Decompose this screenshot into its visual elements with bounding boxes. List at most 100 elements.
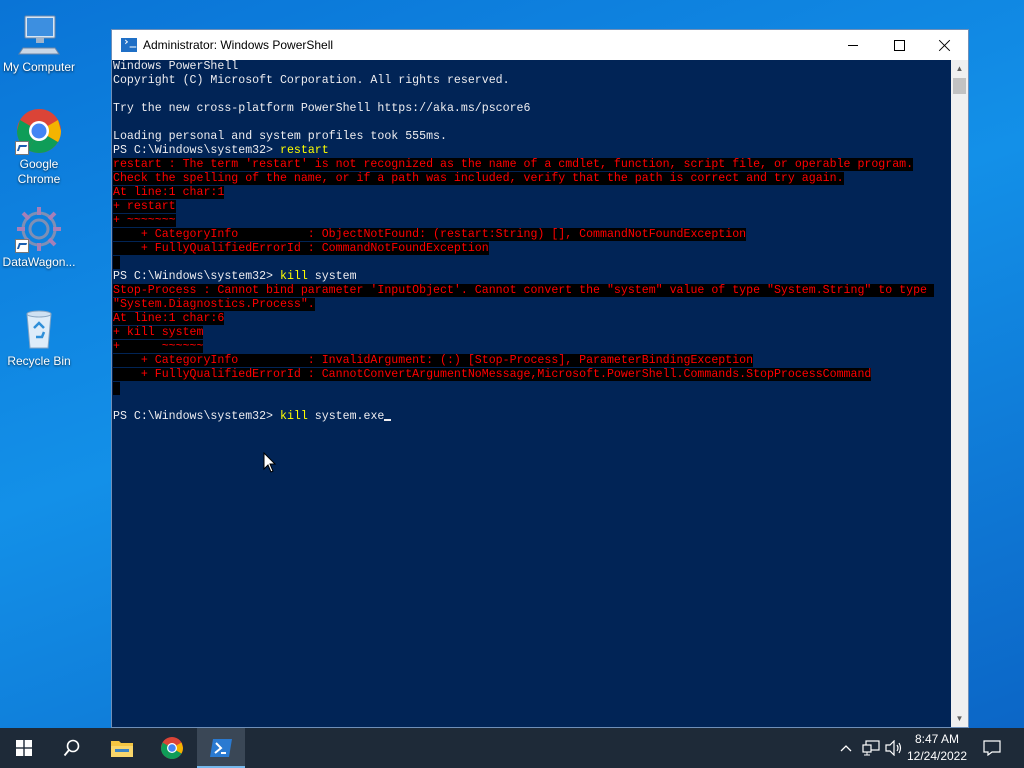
desktop-icon-datawagon[interactable]: DataWagon... bbox=[0, 205, 78, 270]
error-text: At line:1 char:6 bbox=[113, 312, 225, 325]
maximize-icon bbox=[893, 39, 905, 51]
file-explorer-button[interactable] bbox=[98, 728, 146, 768]
error-text: At line:1 char:1 bbox=[113, 186, 225, 199]
maximize-button[interactable] bbox=[876, 30, 922, 60]
error-text: "System.Diagnostics.Process". bbox=[113, 298, 315, 311]
notification-icon bbox=[983, 740, 1001, 756]
chrome-button[interactable] bbox=[148, 728, 196, 768]
powershell-window[interactable]: Administrator: Windows PowerShell Window… bbox=[111, 29, 969, 728]
console-error-line: + CategoryInfo : ObjectNotFound: (restar… bbox=[112, 228, 952, 242]
shortcut-arrow-icon bbox=[15, 239, 29, 253]
console-output-line: Try the new cross-platform PowerShell ht… bbox=[113, 102, 531, 115]
chrome-icon bbox=[161, 737, 183, 759]
title-bar[interactable]: Administrator: Windows PowerShell bbox=[112, 30, 968, 60]
console-error-line: At line:1 char:1 bbox=[112, 186, 952, 200]
minimize-icon bbox=[848, 44, 858, 46]
error-text: restart : The term 'restart' is not reco… bbox=[113, 158, 914, 171]
taskbar: 8:47 AM 12/24/2022 bbox=[0, 728, 1024, 768]
console-error-line: + FullyQualifiedErrorId : CannotConvertA… bbox=[112, 368, 952, 382]
text-cursor bbox=[384, 419, 392, 421]
console-prompt-line: PS C:\Windows\system32> kill system bbox=[112, 270, 952, 284]
console-error-line: "System.Diagnostics.Process". bbox=[112, 298, 952, 312]
error-text: + restart bbox=[113, 200, 176, 213]
console-error-line bbox=[112, 256, 952, 270]
desktop-icon-label: Recycle Bin bbox=[7, 354, 71, 368]
powershell-icon bbox=[121, 35, 137, 52]
console-error-line: + FullyQualifiedErrorId : CommandNotFoun… bbox=[112, 242, 952, 256]
desktop-icon-recycle-bin[interactable]: Recycle Bin bbox=[0, 304, 78, 369]
console-prompt-line: PS C:\Windows\system32> restart bbox=[112, 144, 952, 158]
console-error-line: + restart bbox=[112, 200, 952, 214]
command-args: system.exe bbox=[307, 410, 385, 423]
chrome-icon bbox=[15, 107, 63, 155]
prompt-text: PS C:\Windows\system32> bbox=[113, 144, 280, 157]
minimize-button[interactable] bbox=[830, 30, 876, 60]
error-text: + CategoryInfo : ObjectNotFound: (restar… bbox=[113, 228, 747, 241]
error-text: Stop-Process : Cannot bind parameter 'In… bbox=[113, 284, 934, 297]
console-error-line: + ~~~~~~~ bbox=[112, 214, 952, 228]
console-error-line: At line:1 char:6 bbox=[112, 312, 952, 326]
clock-date: 12/24/2022 bbox=[906, 749, 968, 763]
console-error-line: + ~~~~~~ bbox=[112, 340, 952, 354]
speaker-icon bbox=[885, 740, 902, 756]
scrollbar-thumb[interactable] bbox=[953, 78, 966, 94]
desktop-icon-label: Google Chrome bbox=[17, 157, 61, 186]
shortcut-arrow-icon bbox=[15, 141, 29, 155]
console-output-line: Windows PowerShell bbox=[113, 60, 239, 73]
action-center-button[interactable] bbox=[980, 728, 1004, 768]
console-error-line: + CategoryInfo : InvalidArgument: (:) [S… bbox=[112, 354, 952, 368]
desktop-icon-my-computer[interactable]: My Computer bbox=[0, 10, 78, 75]
folder-icon bbox=[111, 741, 133, 757]
error-text bbox=[113, 256, 120, 269]
console-error-line: restart : The term 'restart' is not reco… bbox=[112, 158, 952, 172]
command-text: kill bbox=[279, 270, 308, 283]
error-text: + FullyQualifiedErrorId : CommandNotFoun… bbox=[113, 242, 489, 255]
command-text: restart bbox=[279, 144, 329, 157]
desktop-icon-label: DataWagon... bbox=[2, 255, 76, 269]
console-error-line: Check the spelling of the name, or if a … bbox=[112, 172, 952, 186]
search-button[interactable] bbox=[48, 728, 96, 768]
console-error-line: + kill system bbox=[112, 326, 952, 340]
console-output[interactable]: Windows PowerShell Copyright (C) Microsof… bbox=[112, 60, 952, 727]
desktop-icon-google-chrome[interactable]: Google Chrome bbox=[0, 107, 78, 187]
powershell-button[interactable] bbox=[197, 728, 245, 768]
clock-time: 8:47 AM bbox=[914, 732, 960, 746]
chevron-up-icon bbox=[840, 745, 852, 752]
console-error-line bbox=[112, 382, 952, 396]
command-text: kill bbox=[279, 410, 308, 423]
console-output-line: Copyright (C) Microsoft Corporation. All… bbox=[113, 74, 510, 87]
error-text: + CategoryInfo : InvalidArgument: (:) [S… bbox=[113, 354, 754, 367]
console-output-line: Loading personal and system profiles too… bbox=[113, 130, 447, 143]
vertical-scrollbar[interactable]: ▲ ▼ bbox=[951, 60, 968, 727]
datawagon-icon bbox=[15, 205, 63, 253]
window-title: Administrator: Windows PowerShell bbox=[143, 38, 334, 52]
console-prompt-line: PS C:\Windows\system32> kill system.exe bbox=[112, 410, 952, 424]
close-icon bbox=[939, 39, 951, 51]
command-args: system bbox=[307, 270, 357, 283]
windows-logo-icon bbox=[16, 740, 32, 756]
error-text: + kill system bbox=[113, 326, 204, 339]
prompt-text: PS C:\Windows\system32> bbox=[113, 270, 280, 283]
taskbar-clock[interactable]: 8:47 AM 12/24/2022 bbox=[902, 731, 972, 765]
error-text: + ~~~~~~~ bbox=[113, 214, 176, 227]
error-text bbox=[113, 382, 120, 395]
error-text: + ~~~~~~ bbox=[113, 340, 204, 353]
close-button[interactable] bbox=[922, 30, 968, 60]
error-text: Check the spelling of the name, or if a … bbox=[113, 172, 844, 185]
error-text: + FullyQualifiedErrorId : CannotConvertA… bbox=[113, 368, 872, 381]
start-button[interactable] bbox=[0, 728, 48, 768]
console-error-line: Stop-Process : Cannot bind parameter 'In… bbox=[112, 284, 952, 298]
network-button[interactable] bbox=[861, 728, 881, 768]
desktop-icon-label: My Computer bbox=[2, 60, 76, 74]
scroll-down-arrow-icon[interactable]: ▼ bbox=[951, 710, 968, 727]
show-hidden-icons-button[interactable] bbox=[838, 728, 854, 768]
volume-button[interactable] bbox=[884, 728, 904, 768]
search-icon bbox=[63, 739, 80, 757]
powershell-icon bbox=[210, 739, 232, 757]
computer-icon bbox=[15, 10, 63, 58]
scroll-up-arrow-icon[interactable]: ▲ bbox=[951, 60, 968, 77]
network-icon bbox=[862, 740, 880, 756]
